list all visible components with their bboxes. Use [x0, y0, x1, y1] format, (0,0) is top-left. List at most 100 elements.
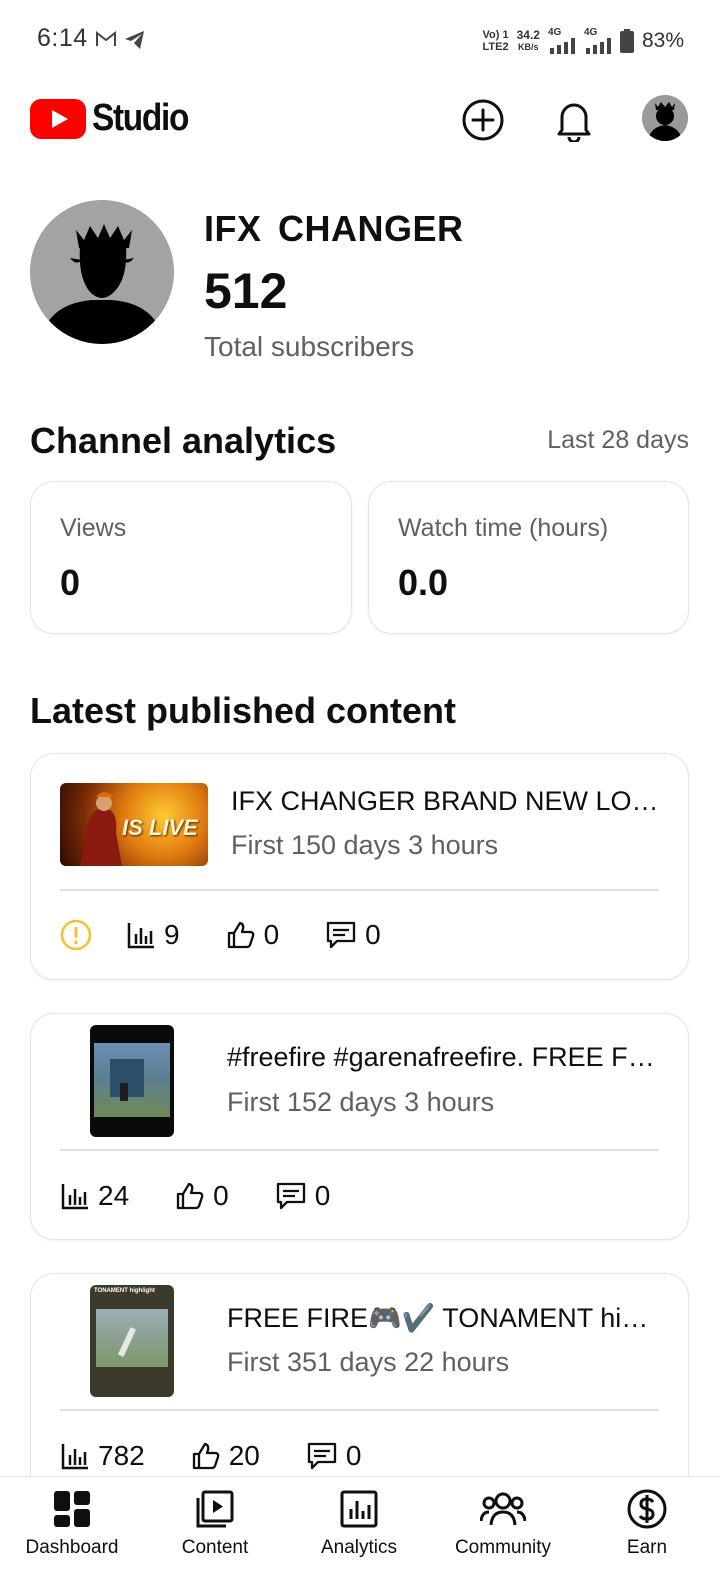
comments-count: 0: [365, 919, 381, 950]
divider: [60, 1409, 659, 1411]
nav-label: Earn: [626, 1537, 668, 1558]
video-age: First 152 days 3 hours: [227, 1087, 495, 1117]
telegram-icon: [124, 30, 146, 55]
comments-count: 0: [345, 1440, 362, 1471]
silhouette-avatar-icon: [30, 200, 174, 344]
nav-analytics[interactable]: Analytics: [287, 1477, 431, 1570]
subscriber-label: Total subscribers: [204, 331, 415, 362]
content-icon: [196, 1490, 234, 1528]
earn-icon: [627, 1489, 667, 1529]
warning-icon: [60, 919, 92, 951]
status-time: 6:14: [37, 24, 88, 52]
latest-content-title: Latest published content: [30, 690, 457, 731]
warning-indicator[interactable]: [60, 919, 92, 951]
divider: [60, 889, 659, 891]
status-bar: 6:14 Vo) 1 LTE2 34.2 KB/s 4G 4G 83%: [0, 0, 720, 80]
nav-label: Community: [454, 1537, 552, 1558]
likes-metric: 0: [175, 1180, 229, 1212]
views-card[interactable]: Views 0: [30, 481, 352, 634]
add-circle-icon: [462, 99, 504, 141]
video-metrics: 24 0 0: [60, 1176, 376, 1216]
likes-count: 0: [213, 1180, 229, 1211]
bell-icon: [557, 103, 591, 142]
create-button[interactable]: [458, 95, 508, 145]
watch-time-value: 0.0: [398, 562, 449, 603]
youtube-studio-logo[interactable]: Studio: [30, 97, 201, 140]
video-title: IFX CHANGER BRAND NEW LOOK: [231, 786, 659, 816]
top-app-bar: Studio: [0, 80, 720, 160]
video-thumbnail: [90, 1025, 174, 1137]
video-age: First 351 days 22 hours: [227, 1347, 510, 1377]
video-age: First 150 days 3 hours: [231, 830, 499, 860]
signal-2-icon: 4G: [584, 28, 612, 54]
channel-name: IFX CHANGER: [204, 208, 464, 249]
battery-percent: 83%: [641, 29, 684, 52]
nav-label: Analytics: [320, 1537, 398, 1558]
comments-metric: 0: [306, 1440, 362, 1472]
thumbnail-caption-text: TONAMENT highlight: [94, 1288, 155, 1294]
channel-analytics-title: Channel analytics: [30, 420, 337, 461]
content-item[interactable]: IS LIVE IFX CHANGER BRAND NEW LOOK First…: [30, 753, 689, 980]
thumbnail-live-text: IS LIVE: [122, 815, 198, 840]
divider: [60, 1149, 659, 1151]
logo-text: Studio: [92, 97, 189, 139]
youtube-play-logo-icon: [30, 98, 86, 139]
video-thumbnail: IS LIVE: [60, 783, 208, 866]
comments-metric: 0: [275, 1180, 331, 1212]
nav-label: Content: [181, 1537, 249, 1558]
nav-community[interactable]: Community: [431, 1477, 575, 1570]
network-speed: 34.2 KB/s: [516, 28, 540, 52]
views-count: 782: [98, 1440, 145, 1471]
community-icon: [480, 1492, 526, 1526]
thumbs-up-icon: [177, 1182, 204, 1210]
bar-chart-icon: [61, 1184, 88, 1210]
views-metric: 24: [60, 1180, 129, 1212]
volte-indicator: Vo) 1 LTE2: [482, 29, 509, 53]
signal-1-icon: 4G: [548, 28, 576, 54]
comments-count: 0: [314, 1180, 331, 1211]
video-title: FREE FIRE🎮✔️ TONAMENT highlight: [227, 1303, 655, 1333]
gameplay-screenshot-image: [94, 1043, 170, 1117]
views-metric: 9: [126, 919, 180, 951]
gmail-icon: [95, 30, 117, 53]
gameplay-screenshot-image: [96, 1309, 168, 1367]
silhouette-avatar-icon: [642, 95, 688, 141]
video-title: #freefire #garenafreefire. FREE FIRE: [227, 1042, 655, 1072]
watch-time-card[interactable]: Watch time (hours) 0.0: [368, 481, 689, 634]
channel-avatar[interactable]: [30, 200, 174, 344]
thumbs-up-icon: [192, 1442, 220, 1470]
thumbs-up-icon: [227, 921, 254, 949]
video-thumbnail: TONAMENT highlight: [90, 1285, 174, 1397]
video-metrics: 782 20 0: [60, 1436, 407, 1476]
views-value: 0: [60, 562, 81, 603]
comment-icon: [276, 1182, 305, 1210]
nav-label: Dashboard: [25, 1537, 119, 1558]
likes-metric: 0: [226, 919, 280, 951]
nav-dashboard[interactable]: Dashboard: [0, 1477, 144, 1570]
comment-icon: [327, 921, 356, 949]
bar-chart-icon: [127, 923, 154, 949]
nav-earn[interactable]: Earn: [575, 1477, 719, 1570]
notifications-button[interactable]: [549, 95, 599, 145]
bottom-navigation: Dashboard Content Analytics Community Ea…: [0, 1476, 720, 1570]
likes-count: 20: [228, 1440, 260, 1471]
nav-content[interactable]: Content: [143, 1477, 287, 1570]
views-label: Views: [60, 514, 127, 542]
status-indicators: Vo) 1 LTE2 34.2 KB/s 4G 4G 83%: [483, 24, 684, 58]
views-count: 24: [98, 1180, 130, 1211]
comment-icon: [307, 1442, 337, 1470]
account-avatar[interactable]: [642, 95, 688, 141]
likes-count: 0: [263, 919, 280, 950]
views-metric: 782: [60, 1440, 145, 1472]
analytics-period: Last 28 days: [547, 426, 689, 454]
battery-icon: [619, 29, 634, 53]
bar-chart-icon: [61, 1444, 88, 1470]
likes-metric: 20: [191, 1440, 260, 1472]
watch-time-label: Watch time (hours): [398, 514, 609, 542]
comments-metric: 0: [325, 919, 381, 951]
dashboard-icon: [54, 1491, 90, 1527]
content-item[interactable]: #freefire #garenafreefire. FREE FIRE Fir…: [30, 1013, 689, 1240]
analytics-icon: [340, 1490, 378, 1528]
views-count: 9: [164, 919, 180, 950]
subscriber-count: 512: [204, 263, 288, 319]
